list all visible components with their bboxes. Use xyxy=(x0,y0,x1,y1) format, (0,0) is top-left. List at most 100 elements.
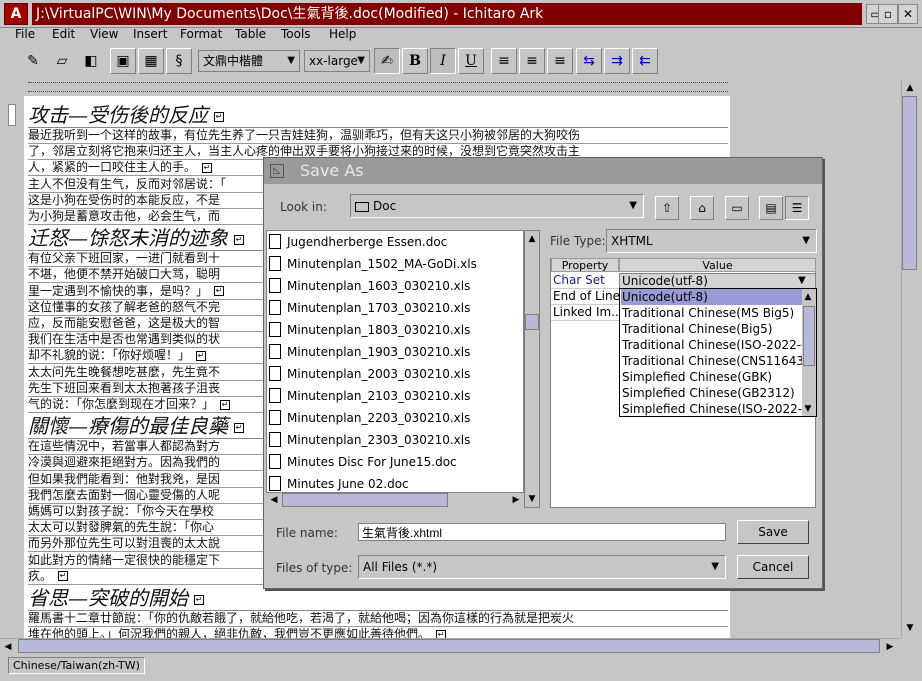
file-list-vertical-scrollbar[interactable]: ▲ ▼ xyxy=(524,230,540,508)
indent-increase-icon[interactable]: ⇆ xyxy=(576,48,602,74)
value-column-header[interactable]: Value xyxy=(619,258,816,272)
menu-insert[interactable]: Insert xyxy=(133,25,167,44)
files-of-type-label: Files of type: xyxy=(276,561,353,575)
property-name-cell[interactable]: Char Set xyxy=(551,273,619,289)
file-list-item[interactable]: Minutenplan_1803_030210.xls xyxy=(269,319,505,341)
scroll-left-icon[interactable]: ◀ xyxy=(266,492,282,508)
file-list-item[interactable]: Minutenplan_1502_MA-GoDi.xls xyxy=(269,253,505,275)
scroll-up-icon[interactable]: ▲ xyxy=(524,231,540,247)
home-button[interactable]: ⌂ xyxy=(690,196,714,220)
new-document-icon[interactable]: ✎ xyxy=(20,48,46,74)
link-icon[interactable]: § xyxy=(166,48,192,74)
app-icon[interactable]: A xyxy=(4,3,28,25)
menu-file[interactable]: File xyxy=(15,25,35,44)
charset-option[interactable]: Traditional Chinese(CNS11643) xyxy=(621,353,803,369)
property-column-header[interactable]: Property xyxy=(551,258,619,272)
scroll-up-icon[interactable]: ▲ xyxy=(801,289,815,305)
charset-select[interactable]: Unicode(utf-8) xyxy=(619,273,816,289)
save-button[interactable]: Save xyxy=(737,520,809,544)
align-left-icon[interactable]: ≡ xyxy=(491,48,517,74)
file-list-horizontal-thumb[interactable] xyxy=(282,493,448,507)
menu-edit[interactable]: Edit xyxy=(52,25,75,44)
charset-option[interactable]: Simplefied Chinese(GBK) xyxy=(621,369,803,385)
cancel-button[interactable]: Cancel xyxy=(737,555,809,579)
file-list[interactable]: Jugendherberge Essen.doc Minutenplan_1502… xyxy=(266,230,524,508)
file-list-item[interactable]: Minutenplan_2103_030210.xls xyxy=(269,385,505,407)
document-text-line[interactable]: 最近我听到一个这样的故事，有位先生养了一只吉娃娃狗，温驯乖巧，但有天这只小狗被邻… xyxy=(28,128,728,144)
chevron-down-icon: ▼ xyxy=(802,235,810,246)
scroll-down-icon[interactable]: ▼ xyxy=(902,620,918,636)
file-name-text: Minutenplan_1703_030210.xls xyxy=(287,301,471,315)
files-of-type-select[interactable]: All Files (*.*) ▼ xyxy=(358,555,726,579)
file-list-item[interactable]: Minutes Disc For June15.doc xyxy=(269,451,505,473)
bold-button[interactable]: B xyxy=(402,48,428,74)
align-right-icon[interactable]: ≡ xyxy=(547,48,573,74)
dialog-menu-icon[interactable]: ◺ xyxy=(270,164,284,178)
table-icon[interactable]: ▦ xyxy=(138,48,164,74)
list-view-button[interactable]: ▤ xyxy=(759,196,783,220)
file-list-item[interactable]: Minutenplan_2203_030210.xls xyxy=(269,407,505,429)
file-list-item[interactable]: Jugendherberge Essen.doc xyxy=(269,231,505,253)
charset-option[interactable]: Traditional Chinese(ISO-2022-CN xyxy=(621,337,803,353)
file-list-item[interactable]: Minutenplan_2303_030210.xls xyxy=(269,429,505,451)
line-text: 太太问先生晚餐想吃甚麼，先生竟不 xyxy=(28,364,221,379)
menu-tools[interactable]: Tools xyxy=(281,25,311,44)
vertical-scroll-thumb[interactable] xyxy=(902,96,917,270)
maximize-button[interactable]: ▫ xyxy=(878,4,898,24)
charset-scroll-thumb[interactable] xyxy=(803,306,815,366)
menu-table[interactable]: Table xyxy=(235,25,266,44)
document-text-line[interactable]: 羅馬書十二章廿節說：「你的仇敵若餓了，就給他吃，若渴了，就給他喝；因為你這樣的行… xyxy=(28,611,728,627)
ruler[interactable] xyxy=(28,82,728,92)
save-icon[interactable]: ◧ xyxy=(78,48,104,74)
paragraph-marker xyxy=(8,104,16,126)
look-in-select[interactable]: Doc ▼ xyxy=(350,194,644,218)
file-name-input[interactable] xyxy=(358,523,726,541)
scroll-down-icon[interactable]: ▼ xyxy=(524,491,540,507)
underline-button[interactable]: U xyxy=(458,48,484,74)
charset-dropdown-list[interactable]: Unicode(utf-8) Traditional Chinese(MS Big… xyxy=(619,288,817,417)
scroll-up-icon[interactable]: ▲ xyxy=(902,80,918,96)
line-text: 羅馬書十二章廿節說：「你的仇敵若餓了，就給他吃，若渴了，就給他喝；因為你這樣的行… xyxy=(28,611,575,625)
indent-hanging-icon[interactable]: ⇉ xyxy=(604,48,630,74)
property-name-cell[interactable]: Linked Im... xyxy=(551,305,619,321)
align-center-icon[interactable]: ≡ xyxy=(519,48,545,74)
charset-option[interactable]: Unicode(utf-8) xyxy=(621,289,803,305)
folder-icon xyxy=(355,201,369,212)
italic-button[interactable]: I xyxy=(430,48,456,74)
document-text-line[interactable]: 堆在他的頭上。」何況我們的親人，絕非仇敵，我們豈不更應如此善待他們。 ↵ xyxy=(28,627,728,638)
horizontal-scroll-thumb[interactable] xyxy=(18,639,880,653)
frame-icon[interactable]: ▣ xyxy=(110,48,136,74)
window-titlebar[interactable]: A J:\VirtualPC\WIN\My Documents\Doc\生氣背後… xyxy=(0,0,922,28)
menu-view[interactable]: View xyxy=(90,25,118,44)
open-folder-icon[interactable]: ▱ xyxy=(49,48,75,74)
dialog-titlebar[interactable]: ◺ Save As xyxy=(264,158,822,184)
file-list-item[interactable]: Minutenplan_1903_030210.xls xyxy=(269,341,505,363)
property-name-cell[interactable]: End of Line xyxy=(551,289,619,305)
font-size-select[interactable]: xx-large ▼ xyxy=(304,50,370,72)
charset-option[interactable]: Simplefied Chinese(ISO-2022-CN xyxy=(621,401,803,417)
file-list-item[interactable]: Minutenplan_2003_030210.xls xyxy=(269,363,505,385)
dialog-title: Save As xyxy=(300,161,364,180)
charset-option[interactable]: Traditional Chinese(Big5) xyxy=(621,321,803,337)
file-list-item[interactable]: Minutenplan_1703_030210.xls xyxy=(269,297,505,319)
file-type-select[interactable]: XHTML ▼ xyxy=(606,229,817,253)
chevron-down-icon[interactable]: ▼ xyxy=(798,273,806,289)
scroll-right-icon[interactable]: ▶ xyxy=(882,639,898,655)
document-heading[interactable]: 攻击—受伤後的反应 ↵ xyxy=(28,102,728,128)
file-list-item[interactable]: Minutenplan_1603_030210.xls xyxy=(269,275,505,297)
menu-help[interactable]: Help xyxy=(329,25,356,44)
scroll-left-icon[interactable]: ◀ xyxy=(0,639,16,655)
new-folder-button[interactable]: ▭ xyxy=(725,196,749,220)
charset-option[interactable]: Simplefied Chinese(GB2312) xyxy=(621,385,803,401)
close-button[interactable]: ✕ xyxy=(898,4,918,24)
font-name-select[interactable]: 文鼎中楷體 ▼ xyxy=(198,50,300,72)
up-folder-button[interactable]: ⇧ xyxy=(655,196,679,220)
scroll-right-icon[interactable]: ▶ xyxy=(508,492,524,508)
file-list-scroll-thumb[interactable] xyxy=(525,314,539,330)
indent-decrease-icon[interactable]: ⇇ xyxy=(632,48,658,74)
details-view-button[interactable]: ☰ xyxy=(785,196,809,220)
scroll-down-icon[interactable]: ▼ xyxy=(801,401,815,417)
charset-option[interactable]: Traditional Chinese(MS Big5) xyxy=(621,305,803,321)
style-brush-icon[interactable]: ✍ xyxy=(374,48,400,74)
menu-format[interactable]: Format xyxy=(180,25,222,44)
